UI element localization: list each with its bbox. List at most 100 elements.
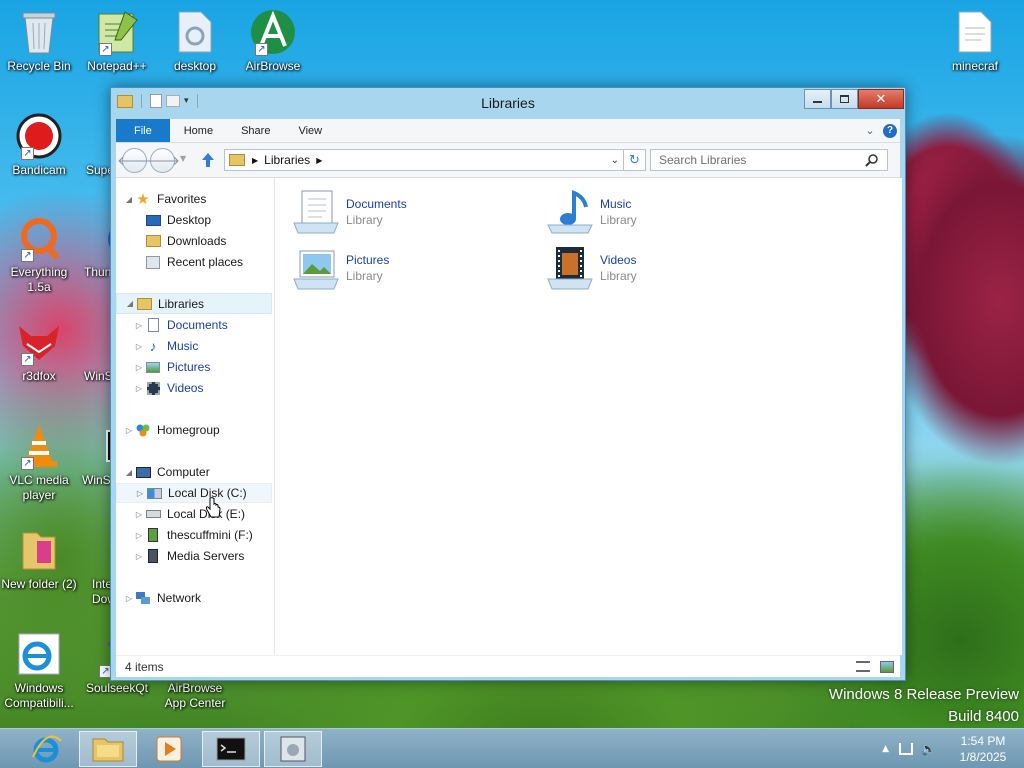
taskbar-file-explorer[interactable] [79, 731, 137, 767]
search-icon [865, 154, 878, 167]
tab-share[interactable]: Share [227, 119, 284, 142]
show-hidden-icons-chevron-icon[interactable]: ▲ [882, 744, 889, 754]
nav-videos[interactable]: ▷ Videos [116, 378, 272, 398]
nav-thescuffmini-f[interactable]: ▷ thescuffmini (F:) [116, 525, 272, 545]
expand-arrow-icon[interactable]: ▷ [134, 342, 144, 351]
library-name: Documents [346, 197, 407, 211]
help-icon[interactable]: ? [880, 119, 900, 142]
volume-muted-icon[interactable]: 🔈 [921, 742, 936, 756]
nav-media-servers[interactable]: ▷ Media Servers [116, 546, 272, 566]
expand-arrow-icon[interactable]: ▷ [134, 321, 144, 330]
up-button[interactable] [198, 150, 218, 170]
desktop-icon-label: WinS [82, 473, 110, 487]
os-watermark: Windows 8 Release Preview Build 8400 [829, 684, 1019, 728]
desktop-icon-windows-compat[interactable]: Windows Compatibili... [0, 630, 78, 711]
nav-recent-places[interactable]: Recent places [116, 252, 272, 272]
navigation-pane[interactable]: ◢ ★ Favorites Desktop Downloads Recent p… [116, 178, 275, 655]
title-bar[interactable]: ▾ Libraries ✕ [111, 88, 905, 118]
desktop-icon-everything[interactable]: ↗ Everything 1.5a [0, 214, 78, 295]
library-pictures[interactable]: Pictures Library [290, 242, 530, 294]
back-button[interactable]: 🡐 [117, 148, 152, 173]
library-documents[interactable]: Documents Library [290, 186, 530, 238]
taskbar-app[interactable] [264, 731, 322, 767]
desktop-icon-thunderbird[interactable]: Thun [78, 214, 110, 280]
close-button[interactable]: ✕ [858, 89, 904, 109]
forward-button[interactable]: 🡒 [145, 148, 180, 173]
desktop-icon-r3dfox[interactable]: ↗ r3dfox [0, 318, 78, 384]
nav-computer[interactable]: ◢ Computer [116, 462, 272, 482]
taskbar-media-player[interactable] [140, 731, 198, 767]
nav-pictures[interactable]: ▷ Pictures [116, 357, 272, 377]
nav-favorites[interactable]: ◢ ★ Favorites [116, 189, 272, 209]
address-dropdown-icon[interactable]: ⌄ [611, 155, 619, 166]
desktop-icon-recycle-bin[interactable]: Recycle Bin [0, 8, 78, 74]
taskbar-command-prompt[interactable] [202, 731, 260, 767]
desktop-icon-new-folder[interactable]: New folder (2) [0, 526, 78, 592]
music-library-icon [544, 188, 596, 236]
hand-cursor-icon [205, 497, 221, 518]
clock[interactable]: 1:54 PM 1/8/2025 [942, 733, 1024, 765]
collapse-arrow-icon[interactable]: ◢ [125, 299, 135, 308]
desktop-icon-airbrowse[interactable]: ↗ AirBrowse [234, 8, 312, 74]
address-bar[interactable]: ▶ Libraries ▶ ⌄ [224, 149, 624, 171]
details-view-icon[interactable] [856, 661, 870, 672]
desktop-icon-desktop[interactable]: desktop [156, 8, 234, 74]
desktop-icon [144, 212, 162, 228]
desktop-icon-internet-download[interactable]: Inte Dow [78, 526, 110, 607]
close-icon: ✕ [875, 91, 887, 107]
expand-arrow-icon[interactable]: ▷ [134, 531, 144, 540]
search-placeholder: Search Libraries [659, 153, 747, 167]
library-videos[interactable]: Videos Library [544, 242, 784, 294]
collapse-arrow-icon[interactable]: ◢ [124, 195, 134, 204]
nav-local-disk-e[interactable]: ▷ Local Disk (E:) [116, 504, 272, 524]
expand-arrow-icon[interactable]: ▷ [135, 489, 145, 498]
expand-arrow-icon[interactable]: ▷ [124, 426, 134, 435]
shortcut-arrow-icon: ↗ [21, 457, 34, 470]
desktop-icon-wins-2[interactable]: WinS [78, 422, 110, 488]
nav-downloads[interactable]: Downloads [116, 231, 272, 251]
expand-arrow-icon[interactable]: ▷ [134, 384, 144, 393]
expand-arrow-icon[interactable]: ▷ [134, 363, 144, 372]
collapse-arrow-icon[interactable]: ◢ [124, 468, 134, 477]
desktop-icon-minecraft[interactable]: minecraf [936, 8, 1014, 74]
documents-icon [144, 317, 162, 333]
tab-view[interactable]: View [284, 119, 336, 142]
tab-home[interactable]: Home [170, 119, 227, 142]
desktop-icon-bandicam[interactable]: ↗ Bandicam [0, 112, 78, 178]
desktop-icon-label: VLC media player [9, 473, 69, 502]
drive-icon [144, 506, 162, 522]
videos-film-icon [144, 380, 162, 396]
search-input[interactable]: Search Libraries [650, 149, 888, 171]
nav-local-disk-c[interactable]: ▷ Local Disk (C:) [116, 483, 272, 503]
nav-homegroup[interactable]: ▷ Homegroup [116, 420, 272, 440]
explorer-window[interactable]: ▾ Libraries ✕ File Home Share View ⌄ ? 🡐… [110, 87, 906, 681]
maximize-button[interactable] [831, 89, 858, 109]
nav-documents[interactable]: ▷ Documents [116, 315, 272, 335]
expand-arrow-icon[interactable]: ▷ [134, 552, 144, 561]
minimize-button[interactable] [804, 89, 831, 109]
expand-arrow-icon[interactable]: ▷ [124, 594, 134, 603]
desktop-icon-label: Inte Dow [92, 577, 110, 606]
desktop-icon-supe[interactable]: Supe [78, 112, 110, 178]
nav-music[interactable]: ▷ ♪ Music [116, 336, 272, 356]
shortcut-arrow-icon: ↗ [21, 147, 34, 160]
breadcrumb-libraries[interactable]: Libraries [264, 153, 310, 167]
expand-arrow-icon[interactable]: ▷ [134, 510, 144, 519]
nav-libraries[interactable]: ◢ Libraries [116, 293, 272, 314]
taskbar-internet-explorer[interactable] [18, 731, 76, 767]
recent-locations-chevron-icon[interactable]: ▼ [180, 154, 186, 163]
vlc-cone-icon: ↗ [15, 422, 63, 470]
content-pane[interactable]: Documents Library Music Library Pictures… [275, 178, 902, 655]
library-music[interactable]: Music Library [544, 186, 784, 238]
nav-desktop[interactable]: Desktop [116, 210, 272, 230]
desktop-icon-vlc[interactable]: ↗ VLC media player [0, 422, 78, 503]
expand-ribbon-icon[interactable]: ⌄ [860, 119, 880, 142]
network-tray-icon[interactable] [899, 743, 914, 755]
large-icons-view-icon[interactable] [880, 660, 894, 673]
desktop-icon-notepadpp[interactable]: ↗ Notepad++ [78, 8, 156, 74]
nav-network[interactable]: ▷ Network [116, 588, 272, 608]
refresh-button[interactable]: ↻ [624, 149, 646, 171]
tab-file[interactable]: File [116, 119, 170, 142]
desktop-icon-wins-1[interactable]: WinS [78, 318, 110, 384]
breadcrumb-separator-icon[interactable]: ▶ [316, 156, 322, 165]
